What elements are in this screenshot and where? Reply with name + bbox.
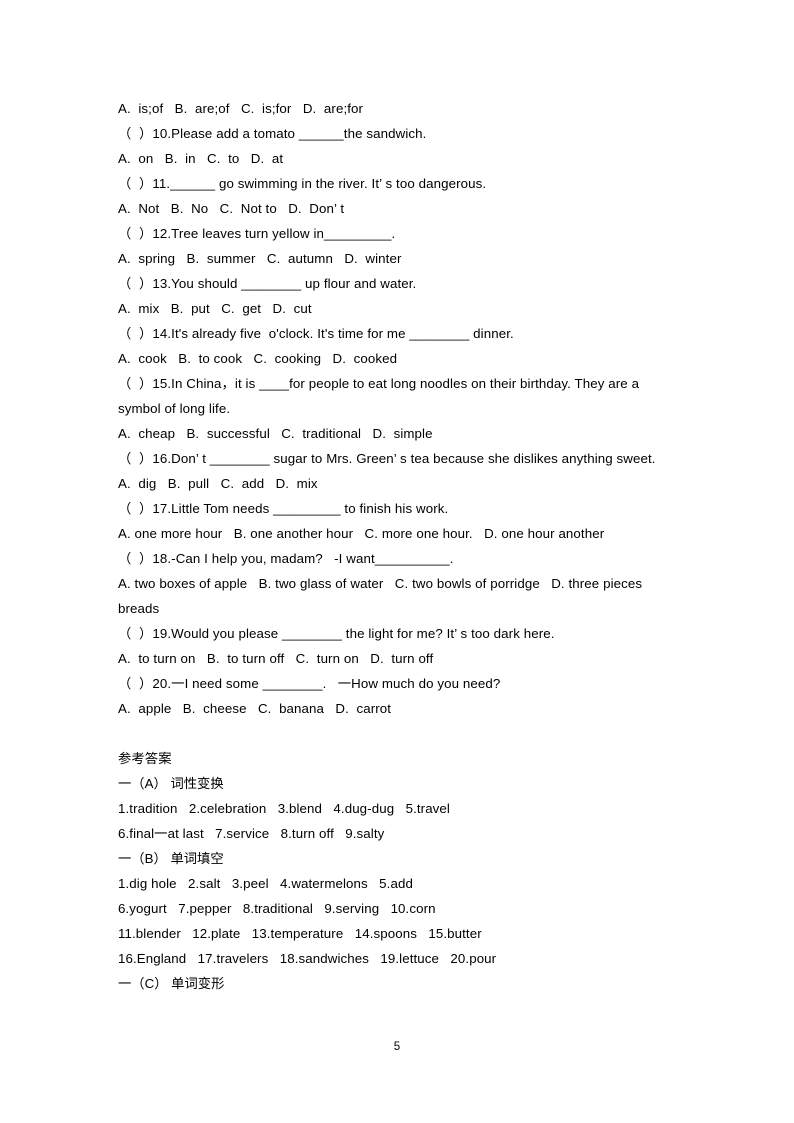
question-line: （ ）19.Would you please ________ the ligh… bbox=[118, 626, 555, 641]
answer-section-heading: 一（A） 词性变换 bbox=[118, 776, 224, 791]
answer-line: 6.final一at last 7.service 8.turn off 9.s… bbox=[118, 826, 385, 841]
question-line: （ ）16.Don’ t ________ sugar to Mrs. Gree… bbox=[118, 451, 656, 466]
answer-section-heading: 一（B） 单词填空 bbox=[118, 851, 224, 866]
answer-line: 1.dig hole 2.salt 3.peel 4.watermelons 5… bbox=[118, 876, 413, 891]
question-line: A. one more hour B. one another hour C. … bbox=[118, 526, 605, 541]
question-line: （ ）10.Please add a tomato ______the sand… bbox=[118, 126, 427, 141]
question-line: A. Not B. No C. Not to D. Don’ t bbox=[118, 201, 345, 216]
answer-line: 11.blender 12.plate 13.temperature 14.sp… bbox=[118, 926, 482, 941]
document-page: A. is;of B. are;of C. is;for D. are;for … bbox=[0, 0, 794, 1123]
question-line: （ ）18.-Can I help you, madam? -I want___… bbox=[118, 551, 454, 566]
question-line: （ ）17.Little Tom needs _________ to fini… bbox=[118, 501, 449, 516]
answer-section-heading: 一（C） 单词变形 bbox=[118, 976, 225, 991]
question-line: A. mix B. put C. get D. cut bbox=[118, 301, 312, 316]
answer-line: 6.yogurt 7.pepper 8.traditional 9.servin… bbox=[118, 901, 436, 916]
question-line: A. cheap B. successful C. traditional D.… bbox=[118, 426, 433, 441]
question-line: （ ）14.It's already five o'clock. It's ti… bbox=[118, 326, 514, 341]
question-line: （ ）11.______ go swimming in the river. I… bbox=[118, 176, 487, 191]
question-line: A. on B. in C. to D. at bbox=[118, 151, 284, 166]
page-content: A. is;of B. are;of C. is;for D. are;for … bbox=[118, 96, 676, 996]
answer-key-title: 参考答案 bbox=[118, 751, 172, 766]
question-line: A. two boxes of apple B. two glass of wa… bbox=[118, 576, 646, 616]
page-number: 5 bbox=[393, 1041, 401, 1053]
question-line: A. to turn on B. to turn off C. turn on … bbox=[118, 651, 434, 666]
question-line: （ ）12.Tree leaves turn yellow in________… bbox=[118, 226, 396, 241]
question-line: （ ）13.You should ________ up flour and w… bbox=[118, 276, 417, 291]
question-line: A. is;of B. are;of C. is;for D. are;for bbox=[118, 101, 364, 116]
question-line: A. apple B. cheese C. banana D. carrot bbox=[118, 701, 392, 716]
question-line: （ ）15.In China，it is ____for people to e… bbox=[118, 376, 643, 416]
question-line: A. cook B. to cook C. cooking D. cooked bbox=[118, 351, 398, 366]
question-line: A. dig B. pull C. add D. mix bbox=[118, 476, 318, 491]
answer-line: 1.tradition 2.celebration 3.blend 4.dug-… bbox=[118, 801, 450, 816]
question-line: A. spring B. summer C. autumn D. winter bbox=[118, 251, 402, 266]
question-line: （ ）20.一I need some ________. 一How much d… bbox=[118, 676, 501, 691]
answer-line: 16.England 17.travelers 18.sandwiches 19… bbox=[118, 951, 497, 966]
